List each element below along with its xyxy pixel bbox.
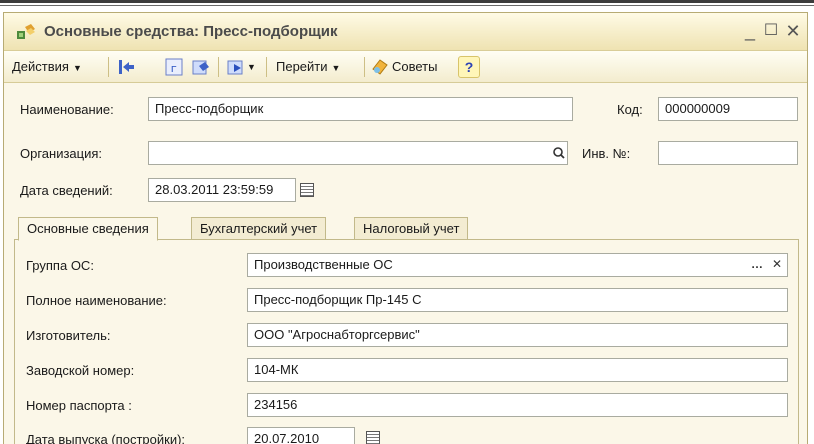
- calendar-icon[interactable]: [300, 183, 314, 197]
- organization-field[interactable]: [148, 141, 568, 165]
- asset-group-field[interactable]: Производственные ОС: [247, 253, 788, 277]
- move-to-folder-icon[interactable]: [116, 57, 136, 77]
- info-date-field[interactable]: 28.03.2011 23:59:59: [148, 178, 296, 202]
- fixed-asset-window: Основные средства: Пресс-подборщик _ ☐ ✕…: [3, 12, 808, 444]
- top-border-line-thin: [0, 5, 814, 6]
- window-title: Основные средства: Пресс-подборщик: [44, 23, 338, 40]
- manufacturer-field[interactable]: ООО "Агроснабторгсервис": [247, 323, 788, 347]
- search-icon[interactable]: [549, 143, 569, 163]
- actions-menu[interactable]: Действия ▼: [12, 57, 82, 77]
- calendar-icon[interactable]: [366, 431, 380, 444]
- top-border-line: [0, 0, 814, 3]
- actions-label: Действия: [12, 59, 69, 74]
- release-date-field[interactable]: 20.07.2010: [247, 427, 355, 444]
- passport-number-field[interactable]: 234156: [247, 393, 788, 417]
- release-date-label: Дата выпуска (постройки):: [26, 432, 186, 444]
- passport-number-label: Номер паспорта :: [26, 398, 132, 413]
- toolbar-separator: [108, 57, 109, 77]
- chevron-down-icon: ▼: [72, 63, 82, 73]
- tab-tax[interactable]: Налоговый учет: [354, 217, 469, 241]
- chevron-down-icon[interactable]: ▼: [247, 57, 256, 77]
- minimize-button[interactable]: _: [739, 20, 761, 42]
- title-bar[interactable]: Основные средства: Пресс-подборщик _ ☐ ✕: [4, 13, 807, 51]
- name-field[interactable]: Пресс-подборщик: [148, 97, 573, 121]
- code-field[interactable]: 000000009: [658, 97, 798, 121]
- chevron-down-icon: ▼: [331, 63, 341, 73]
- goto-label: Перейти: [276, 59, 328, 74]
- tips-button[interactable]: Советы: [392, 57, 437, 77]
- refresh-icon[interactable]: ᴦ: [164, 57, 184, 77]
- toolbar-separator: [218, 57, 219, 77]
- inventory-number-label: Инв. №:: [582, 146, 631, 161]
- serial-number-label: Заводской номер:: [26, 363, 135, 378]
- help-button[interactable]: ?: [458, 56, 480, 78]
- toolbar: Действия ▼ ᴦ ▼ Перейти ▼ Советы ?: [4, 51, 807, 83]
- tab-main-info[interactable]: Основные сведения: [18, 217, 158, 241]
- goto-menu[interactable]: Перейти ▼: [276, 57, 340, 77]
- edit-copy-icon[interactable]: [191, 57, 211, 77]
- info-date-label: Дата сведений:: [20, 183, 113, 198]
- toolbar-separator: [266, 57, 267, 77]
- full-name-label: Полное наименование:: [26, 293, 167, 308]
- svg-text:ᴦ: ᴦ: [171, 62, 177, 75]
- tab-accounting[interactable]: Бухгалтерский учет: [191, 217, 327, 241]
- fixed-assets-icon: [17, 24, 35, 39]
- close-button[interactable]: ✕: [782, 20, 804, 42]
- code-label: Код:: [617, 102, 643, 117]
- serial-number-field[interactable]: 104-МК: [247, 358, 788, 382]
- manufacturer-label: Изготовитель:: [26, 328, 111, 343]
- asset-group-label: Группа ОС:: [26, 258, 94, 273]
- based-on-icon[interactable]: [226, 57, 246, 77]
- full-name-field[interactable]: Пресс-подборщик Пр-145 С: [247, 288, 788, 312]
- tips-icon[interactable]: [370, 57, 390, 77]
- toolbar-separator: [364, 57, 365, 77]
- organization-label: Организация:: [20, 146, 103, 161]
- name-label: Наименование:: [20, 102, 114, 117]
- maximize-button[interactable]: ☐: [760, 20, 782, 42]
- inventory-number-field[interactable]: [658, 141, 798, 165]
- clear-icon[interactable]: ✕: [767, 255, 787, 275]
- select-button[interactable]: …: [747, 255, 767, 275]
